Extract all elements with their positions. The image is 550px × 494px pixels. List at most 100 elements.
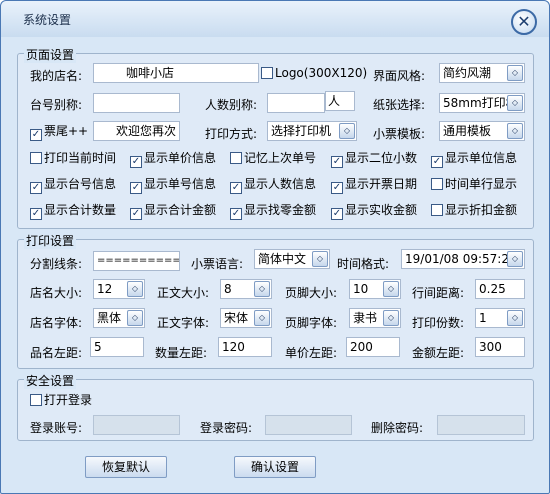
ui-style-select[interactable]: 简约风潮 ◇ — [439, 63, 525, 83]
chevron-down-icon: ◇ — [312, 251, 328, 267]
checkbox-option[interactable]: 记忆上次单号 — [230, 151, 316, 167]
checkbox-option[interactable]: ✓ 显示开票日期 — [331, 177, 417, 194]
line-spacing-input[interactable]: 0.25 — [475, 279, 525, 299]
account-label: 登录账号: — [30, 421, 83, 435]
checkbox-label: 显示单价信息 — [144, 151, 217, 165]
checkbox-option[interactable]: 打印当前时间 — [30, 151, 116, 167]
qty-left-input[interactable]: 120 — [218, 337, 272, 357]
store-size-label: 店名大小: — [30, 286, 83, 300]
receipt-lang-label: 小票语言: — [191, 257, 244, 271]
chevron-down-icon: ◇ — [254, 310, 270, 326]
people-alias-value[interactable]: 人 — [325, 91, 355, 111]
settings-window: 系统设置 ✕ 页面设置 我的店名: 咖啡小店 Logo(300X120) 界面风… — [0, 0, 550, 494]
chevron-down-icon: ◇ — [254, 281, 270, 297]
store-name-label: 我的店名: — [30, 69, 83, 83]
checkbox-box — [431, 204, 443, 216]
print-method-select[interactable]: 选择打印机 ◇ — [267, 121, 357, 141]
checkmark-icon: ✓ — [230, 208, 242, 220]
footer-checkbox[interactable]: ✓ 票尾++ — [30, 124, 89, 141]
checkbox-option[interactable]: ✓ 显示二位小数 — [331, 151, 417, 168]
store-size-select[interactable]: 12 ◇ — [93, 279, 145, 299]
checkbox-option[interactable]: ✓ 显示实收金额 — [331, 203, 418, 220]
store-font-select[interactable]: 黑体 ◇ — [93, 308, 145, 328]
qty-left-label: 数量左距: — [155, 346, 208, 360]
checkbox-option[interactable]: ✓ 显示合计数量 — [30, 203, 117, 220]
window-title: 系统设置 — [23, 13, 72, 27]
receipt-lang-value: 简体中文 — [258, 252, 307, 266]
footer-font-label: 页脚字体: — [285, 316, 338, 330]
chevron-down-icon: ◇ — [383, 281, 399, 297]
time-format-select[interactable]: 19/01/08 09:57:2 ◇ — [401, 249, 525, 269]
footer-label: 票尾++ — [44, 124, 89, 138]
restore-default-button[interactable]: 恢复默认 — [85, 456, 167, 478]
body-font-value: 宋体 — [224, 311, 249, 325]
open-login-checkbox[interactable]: 打开登录 — [30, 393, 92, 409]
checkbox-option[interactable]: ✓ 显示人数信息 — [230, 177, 317, 194]
delete-password-label: 删除密码: — [371, 421, 424, 435]
copies-value: 1 — [479, 311, 487, 325]
footer-size-select[interactable]: 10 ◇ — [349, 279, 401, 299]
checkmark-icon: ✓ — [331, 208, 343, 220]
table-alias-input[interactable] — [93, 93, 180, 113]
copies-select[interactable]: 1 ◇ — [475, 308, 525, 328]
page-settings-legend: 页面设置 — [24, 46, 77, 63]
checkbox-label: 显示实收金额 — [345, 203, 418, 217]
item-left-input[interactable]: 5 — [90, 337, 144, 357]
footer-font-value: 隶书 — [353, 311, 378, 325]
chevron-down-icon: ◇ — [339, 123, 355, 139]
print-method-value: 选择打印机 — [271, 124, 332, 138]
checkmark-icon: ✓ — [331, 156, 343, 168]
checkbox-option[interactable]: ✓ 显示单号信息 — [130, 177, 217, 194]
people-alias-input[interactable] — [267, 93, 325, 113]
title-bar: 系统设置 ✕ — [1, 1, 549, 37]
body-size-select[interactable]: 8 ◇ — [220, 279, 272, 299]
receipt-template-select[interactable]: 通用模板 ◇ — [439, 121, 525, 141]
close-button[interactable]: ✕ — [511, 9, 537, 35]
price-left-label: 单价左距: — [285, 346, 338, 360]
checkmark-icon: ✓ — [30, 182, 42, 194]
checkmark-icon: ✓ — [331, 182, 343, 194]
checkbox-label: 显示人数信息 — [244, 177, 317, 191]
password-input[interactable] — [265, 415, 352, 435]
item-left-label: 品名左距: — [30, 346, 83, 360]
separator-input[interactable]: ============ — [93, 251, 180, 271]
receipt-lang-select[interactable]: 简体中文 ◇ — [254, 249, 330, 269]
checkbox-box — [230, 152, 242, 164]
checkbox-label: 显示合计数量 — [44, 203, 117, 217]
footer-font-select[interactable]: 隶书 ◇ — [349, 308, 401, 328]
checkbox-option[interactable]: ✓ 显示单价信息 — [130, 151, 217, 168]
checkbox-option[interactable]: ✓ 显示台号信息 — [30, 177, 116, 194]
body-font-select[interactable]: 宋体 ◇ — [220, 308, 272, 328]
checkbox-option[interactable]: ✓ 显示找零金额 — [230, 203, 317, 220]
store-name-input[interactable]: 咖啡小店 — [93, 63, 259, 83]
account-input[interactable] — [93, 415, 180, 435]
security-settings-legend: 安全设置 — [24, 372, 77, 389]
checkbox-option[interactable]: 时间单行显示 — [431, 177, 517, 193]
paper-select[interactable]: 58mm打印机 ◇ — [439, 93, 525, 113]
store-font-label: 店名字体: — [30, 316, 83, 330]
price-left-input[interactable]: 200 — [346, 337, 400, 357]
chevron-down-icon: ◇ — [127, 281, 143, 297]
checkbox-option[interactable]: ✓ 显示单位信息 — [431, 151, 517, 168]
checkbox-box — [30, 394, 42, 406]
checkbox-label: 显示找零金额 — [244, 203, 317, 217]
table-alias-label: 台号别称: — [30, 98, 83, 112]
checkbox-option[interactable]: 显示折扣金额 — [431, 203, 517, 219]
logo-checkbox[interactable]: Logo(300X120) — [261, 66, 367, 82]
footer-text-input[interactable]: 欢迎您再次 — [93, 121, 180, 141]
separator-label: 分割线条: — [30, 257, 83, 271]
checkmark-icon: ✓ — [130, 156, 142, 168]
checkbox-label: 显示单号信息 — [144, 177, 217, 191]
confirm-button[interactable]: 确认设置 — [234, 456, 316, 478]
delete-password-input[interactable] — [437, 415, 525, 435]
store-font-value: 黑体 — [97, 311, 122, 325]
chevron-down-icon: ◇ — [127, 310, 143, 326]
body-font-label: 正文字体: — [157, 316, 210, 330]
checkbox-label: 打印当前时间 — [44, 151, 117, 165]
amount-left-input[interactable]: 300 — [475, 337, 525, 357]
checkbox-option[interactable]: ✓ 显示合计金额 — [130, 203, 216, 220]
amount-left-label: 金额左距: — [412, 346, 465, 360]
store-size-value: 12 — [97, 282, 113, 296]
checkbox-box — [30, 152, 42, 164]
checkbox-box — [261, 67, 273, 79]
